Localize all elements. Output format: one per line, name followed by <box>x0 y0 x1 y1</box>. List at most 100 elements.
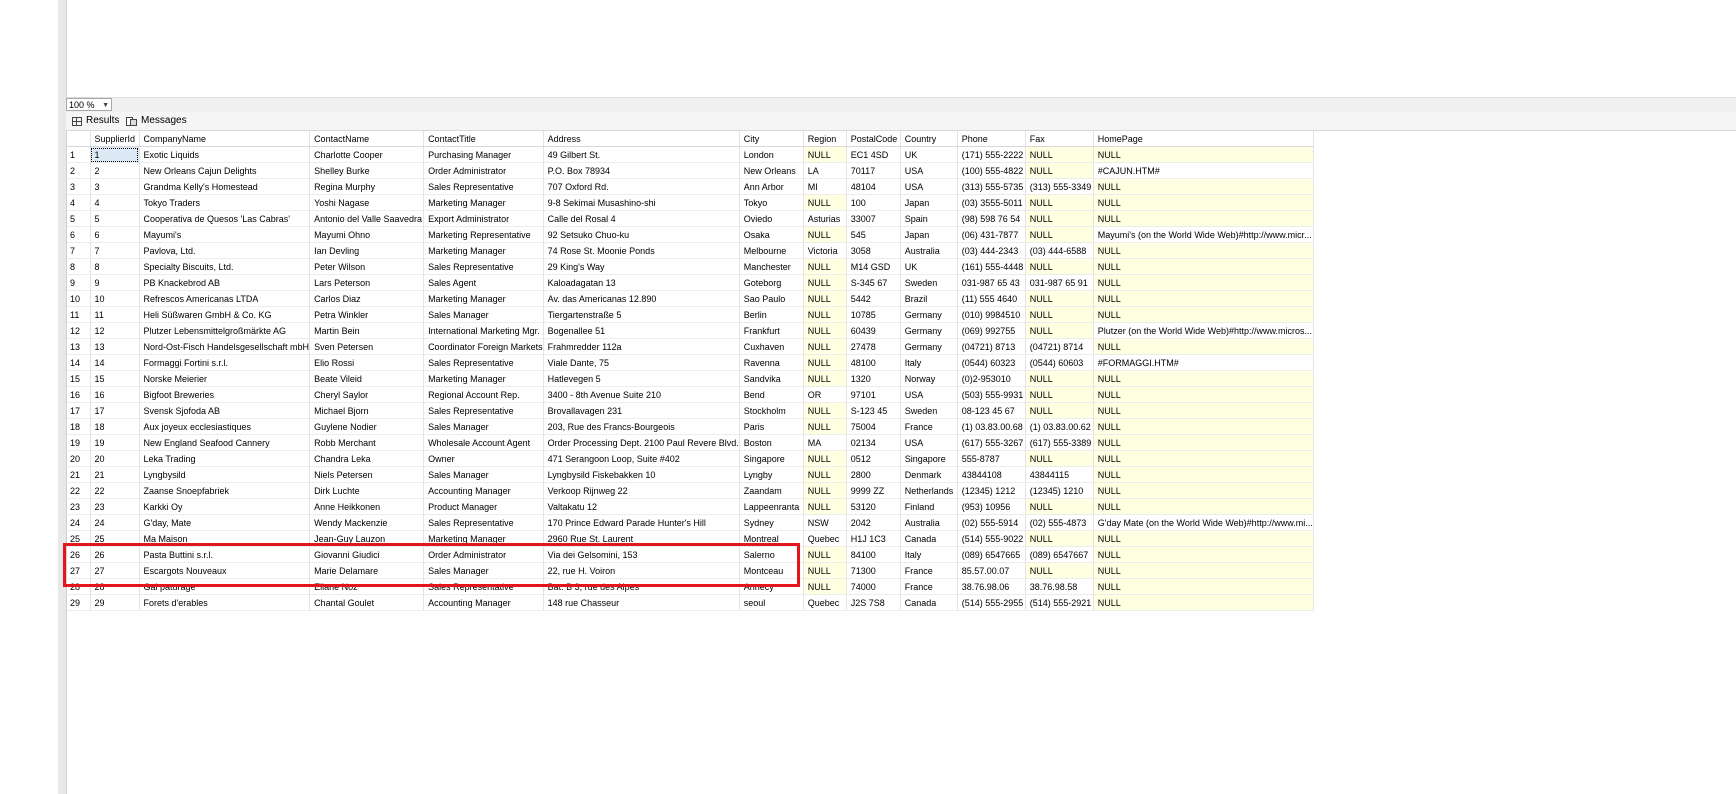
grid-cell-supplierid[interactable]: 2 <box>90 162 140 179</box>
grid-cell-phone[interactable]: (0)2-953010 <box>957 370 1026 387</box>
grid-cell-phone[interactable]: 38.76.98.06 <box>957 578 1026 595</box>
grid-cell-fax[interactable]: NULL <box>1025 450 1094 467</box>
grid-cell-companyname[interactable]: Leka Trading <box>139 450 311 467</box>
grid-cell-companyname[interactable]: Norske Meierier <box>139 370 311 387</box>
grid-cell-country[interactable]: Canada <box>900 530 958 547</box>
table-row[interactable]: 13 13 Nord-Ost-Fisch Handelsgesellschaft m… <box>67 338 1314 355</box>
grid-cell-supplierid[interactable]: 16 <box>90 386 140 403</box>
grid-cell-region[interactable]: NULL <box>803 354 847 371</box>
grid-cell-country[interactable]: USA <box>900 386 958 403</box>
tab-messages[interactable]: Messages <box>126 114 187 128</box>
grid-cell-companyname[interactable]: Ma Maison <box>139 530 311 547</box>
grid-cell-postalcode[interactable]: 2800 <box>846 466 901 483</box>
row-number[interactable]: 1 <box>67 146 91 163</box>
grid-cell-city[interactable]: Goteborg <box>739 274 804 291</box>
grid-cell-phone[interactable]: (503) 555-9931 <box>957 386 1026 403</box>
grid-cell-address[interactable]: 707 Oxford Rd. <box>543 178 740 195</box>
grid-cell-region[interactable]: NULL <box>803 562 847 579</box>
grid-cell-contactname[interactable]: Ian Devling <box>309 242 425 259</box>
grid-cell-supplierid[interactable]: 28 <box>90 578 140 595</box>
grid-cell-contactname[interactable]: Martin Bein <box>309 322 425 339</box>
grid-cell-postalcode[interactable]: J2S 7S8 <box>846 594 901 611</box>
grid-cell-country[interactable]: France <box>900 562 958 579</box>
grid-cell-country[interactable]: Germany <box>900 322 958 339</box>
grid-cell-homepage[interactable]: NULL <box>1093 434 1314 451</box>
grid-cell-contacttitle[interactable]: Purchasing Manager <box>423 146 544 163</box>
grid-cell-contacttitle[interactable]: Sales Representative <box>423 402 544 419</box>
grid-cell-postalcode[interactable]: 2042 <box>846 514 901 531</box>
grid-cell-city[interactable]: Cuxhaven <box>739 338 804 355</box>
grid-cell-postalcode[interactable]: 74000 <box>846 578 901 595</box>
results-grid[interactable]: SupplierId CompanyName ContactName ContactT… <box>67 131 1314 611</box>
row-number[interactable]: 7 <box>67 242 91 259</box>
grid-cell-contactname[interactable]: Guylene Nodier <box>309 418 425 435</box>
grid-cell-city[interactable]: Montreal <box>739 530 804 547</box>
grid-cell-companyname[interactable]: Gai paturage <box>139 578 311 595</box>
grid-cell-fax[interactable]: (1) 03.83.00.62 <box>1025 418 1094 435</box>
grid-cell-city[interactable]: Singapore <box>739 450 804 467</box>
grid-cell-phone[interactable]: 43844108 <box>957 466 1026 483</box>
grid-cell-country[interactable]: Germany <box>900 306 958 323</box>
grid-cell-postalcode[interactable]: 71300 <box>846 562 901 579</box>
grid-cell-postalcode[interactable]: S-345 67 <box>846 274 901 291</box>
grid-cell-phone[interactable]: (161) 555-4448 <box>957 258 1026 275</box>
grid-cell-contacttitle[interactable]: Order Administrator <box>423 546 544 563</box>
grid-cell-postalcode[interactable]: 5442 <box>846 290 901 307</box>
grid-cell-companyname[interactable]: Pasta Buttini s.r.l. <box>139 546 311 563</box>
grid-cell-fax[interactable]: NULL <box>1025 146 1094 163</box>
column-header-fax[interactable]: Fax <box>1025 131 1094 147</box>
grid-cell-address[interactable]: 74 Rose St. Moonie Ponds <box>543 242 740 259</box>
grid-cell-address[interactable]: 203, Rue des Francs-Bourgeois <box>543 418 740 435</box>
grid-cell-postalcode[interactable]: 97101 <box>846 386 901 403</box>
grid-cell-phone[interactable]: 08-123 45 67 <box>957 402 1026 419</box>
grid-cell-postalcode[interactable]: 9999 ZZ <box>846 482 901 499</box>
column-header-address[interactable]: Address <box>543 131 740 147</box>
grid-cell-fax[interactable]: (0544) 60603 <box>1025 354 1094 371</box>
grid-cell-postalcode[interactable]: EC1 4SD <box>846 146 901 163</box>
grid-cell-supplierid[interactable]: 27 <box>90 562 140 579</box>
grid-cell-homepage[interactable]: NULL <box>1093 562 1314 579</box>
grid-cell-city[interactable]: Frankfurt <box>739 322 804 339</box>
row-number[interactable]: 22 <box>67 482 91 499</box>
row-number[interactable]: 20 <box>67 450 91 467</box>
grid-cell-postalcode[interactable]: 0512 <box>846 450 901 467</box>
row-number[interactable]: 12 <box>67 322 91 339</box>
grid-cell-homepage[interactable]: NULL <box>1093 450 1314 467</box>
grid-cell-contactname[interactable]: Mayumi Ohno <box>309 226 425 243</box>
column-header-homepage[interactable]: HomePage <box>1093 131 1314 147</box>
column-header-city[interactable]: City <box>739 131 804 147</box>
grid-cell-fax[interactable]: 43844115 <box>1025 466 1094 483</box>
table-row[interactable]: 6 6 Mayumi's Mayumi Ohno Marketing Represent… <box>67 226 1314 243</box>
table-row[interactable]: 29 29 Forets d'erables Chantal Goulet Accoun… <box>67 594 1314 611</box>
table-row[interactable]: 9 9 PB Knackebrod AB Lars Peterson Sales Age… <box>67 274 1314 291</box>
grid-cell-postalcode[interactable]: S-123 45 <box>846 402 901 419</box>
grid-cell-city[interactable]: Paris <box>739 418 804 435</box>
grid-cell-phone[interactable]: (069) 992755 <box>957 322 1026 339</box>
grid-cell-homepage[interactable]: NULL <box>1093 146 1314 163</box>
grid-cell-country[interactable]: Australia <box>900 242 958 259</box>
grid-cell-city[interactable]: Zaandam <box>739 482 804 499</box>
grid-cell-region[interactable]: NULL <box>803 338 847 355</box>
grid-cell-region[interactable]: NULL <box>803 290 847 307</box>
grid-cell-supplierid[interactable]: 8 <box>90 258 140 275</box>
query-editor[interactable] <box>67 0 1736 97</box>
grid-cell-contactname[interactable]: Regina Murphy <box>309 178 425 195</box>
grid-cell-region[interactable]: NULL <box>803 306 847 323</box>
grid-cell-country[interactable]: USA <box>900 178 958 195</box>
grid-cell-companyname[interactable]: G'day, Mate <box>139 514 311 531</box>
grid-cell-region[interactable]: NSW <box>803 514 847 531</box>
grid-cell-country[interactable]: Japan <box>900 226 958 243</box>
table-row[interactable]: 23 23 Karkki Oy Anne Heikkonen Product Manag… <box>67 498 1314 515</box>
table-row[interactable]: 7 7 Pavlova, Ltd. Ian Devling Marketing Mana… <box>67 242 1314 259</box>
grid-cell-fax[interactable]: 031-987 65 91 <box>1025 274 1094 291</box>
table-row[interactable]: 16 16 Bigfoot Breweries Cheryl Saylor Region… <box>67 386 1314 403</box>
grid-cell-region[interactable]: NULL <box>803 322 847 339</box>
grid-cell-supplierid[interactable]: 11 <box>90 306 140 323</box>
grid-cell-contacttitle[interactable]: Sales Manager <box>423 562 544 579</box>
grid-cell-contacttitle[interactable]: Regional Account Rep. <box>423 386 544 403</box>
grid-cell-phone[interactable]: (953) 10956 <box>957 498 1026 515</box>
grid-cell-country[interactable]: France <box>900 578 958 595</box>
grid-cell-country[interactable]: UK <box>900 146 958 163</box>
column-header-contactname[interactable]: ContactName <box>309 131 425 147</box>
row-number[interactable]: 3 <box>67 178 91 195</box>
